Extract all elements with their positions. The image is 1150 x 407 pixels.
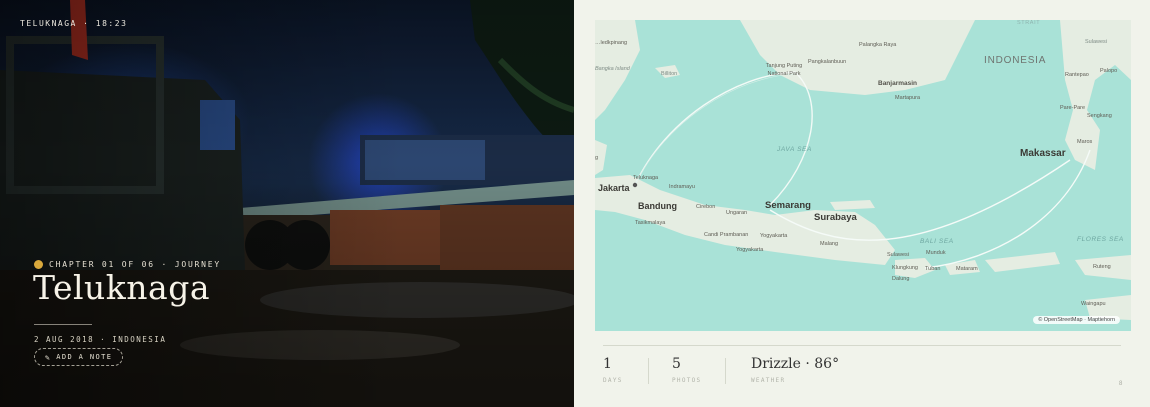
map-label-indonesia: INDONESIA: [984, 55, 1047, 66]
map-label-yogyakarta-2: Yogyakarta: [736, 247, 764, 253]
map-label-sulawesi-2: Sulawesi: [887, 252, 910, 258]
map-label-martapura: Martapura: [895, 95, 921, 101]
map-label-maros: Maros: [1077, 139, 1093, 145]
map-label-sulawesi: Sulawesi: [1085, 39, 1108, 45]
map-label-tuban: Tuban: [925, 266, 941, 272]
map-label-parepare: Pare-Pare: [1060, 105, 1086, 111]
page-title: Teluknaga: [33, 268, 211, 307]
stat-weather-value: Drizzle · 86°: [751, 356, 840, 372]
map-label-ruteng: Ruteng: [1093, 264, 1111, 270]
map-label-tasikmalaya: Tasikmalaya: [635, 220, 666, 226]
map-label-ungaran: Ungaran: [726, 210, 748, 216]
map-label-klungkung: Klungkung: [892, 265, 918, 271]
map-label-sengkang: Sengkang: [1087, 113, 1112, 119]
map-label-banjarmasin: Banjarmasin: [878, 80, 918, 87]
map-label-jakarta: Jakarta: [598, 183, 630, 193]
stat-days-value: 1: [603, 356, 612, 372]
map-label-pangkalan: Pangkalanbuun: [808, 59, 847, 65]
map-label-teluknaga: Teluknaga: [633, 175, 659, 181]
map-label-bali-sea: BALI SEA: [920, 238, 954, 245]
map-label-bandung: Bandung: [638, 201, 677, 211]
stat-weather-label: WEATHER: [751, 377, 786, 384]
stat-days: 1 DAYS: [603, 356, 623, 384]
map-label-mataram: Mataram: [956, 266, 978, 272]
stat-weather: Drizzle · 86° WEATHER: [751, 356, 839, 384]
map-landmass: [595, 20, 1131, 320]
map-label-candi: Candi Prambanan: [704, 232, 749, 238]
stats-divider: [603, 345, 1121, 346]
map-label-waingapu: Waingapu: [1081, 301, 1106, 307]
add-note-label: ADD A NOTE: [56, 353, 113, 361]
add-note-button[interactable]: ✎ ADD A NOTE: [34, 348, 124, 366]
map-label-palangka: Palangka Raya: [859, 42, 897, 48]
map-label-rantepao: Rantepao: [1065, 72, 1089, 78]
map-label-bangka: Bangka Island: [595, 66, 630, 72]
map-label-yogyakarta: Yogyakarta: [760, 233, 788, 239]
map-label-strait: STRAIT: [1017, 20, 1041, 26]
stat-separator: [648, 358, 649, 384]
map-label-semarang: Semarang: [765, 200, 811, 211]
title-divider: [34, 324, 92, 325]
map-label-surabaya: Surabaya: [814, 212, 857, 223]
map-label-flores-sea: FLORES SEA: [1077, 236, 1124, 243]
stat-separator: [725, 358, 726, 384]
map-label-java-sea: JAVA SEA: [777, 146, 812, 153]
map-label-palopo: Palopo: [1100, 68, 1118, 74]
map-label-malang: Malang: [820, 241, 839, 247]
map-label-dalung: Dalung: [892, 276, 910, 282]
map-label-indramayu: Indramayu: [669, 184, 695, 190]
pencil-icon: ✎: [45, 352, 52, 362]
location-time: TELUKNAGA · 18:23: [20, 19, 128, 28]
date-country: 2 AUG 2018 · INDONESIA: [34, 335, 167, 344]
stat-photos: 5 PHOTOS: [672, 356, 701, 384]
map-label-cirebon: Cirebon: [696, 204, 716, 210]
stat-days-label: DAYS: [603, 377, 623, 384]
stat-photos-value: 5: [672, 356, 681, 372]
map-label-g: g: [595, 155, 599, 161]
map-label-kelapa: …ledkpinang: [595, 40, 628, 46]
map-label-billiton: Billiton: [661, 71, 678, 77]
map-label-munduk: Munduk: [926, 250, 946, 256]
page-number: 8: [1119, 381, 1123, 387]
map-label-tanjung: Tanjung Puting National Park: [765, 63, 803, 77]
stat-photos-label: PHOTOS: [672, 377, 702, 384]
route-map[interactable]: STRAIT …ledkpinang Bangka Island Billito…: [595, 20, 1131, 331]
map-attribution[interactable]: © OpenStreetMap · Maptiehorn: [1033, 316, 1120, 324]
hero-photo: TELUKNAGA · 18:23 CHAPTER 01 OF 06 · JOU…: [0, 0, 574, 407]
map-label-makassar: Makassar: [1020, 148, 1066, 159]
